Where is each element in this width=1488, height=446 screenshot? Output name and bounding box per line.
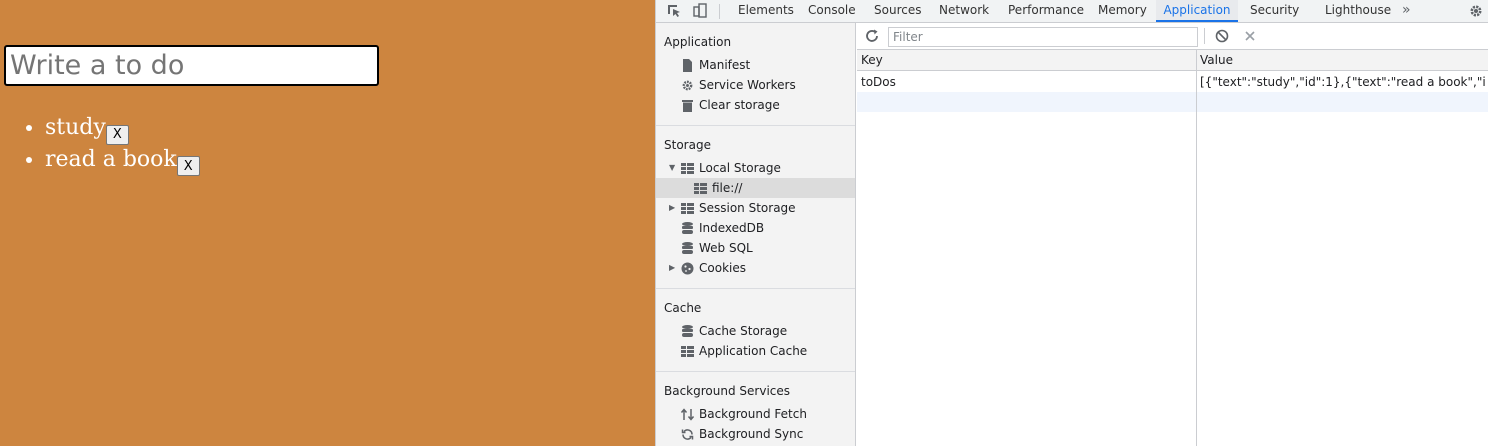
sidebar-item-background-fetch[interactable]: Background Fetch (656, 404, 855, 424)
todo-item: read a bookX (45, 145, 200, 176)
database-icon (680, 221, 694, 235)
sidebar-item-local-storage[interactable]: ▼ Local Storage (656, 158, 855, 178)
table-header: Key Value (857, 50, 1488, 71)
storage-table: Key Value toDos [{"text":"study","id":1}… (857, 50, 1488, 446)
section-title-application: Application (664, 35, 732, 49)
tab-console[interactable]: Console (808, 0, 856, 22)
row-value: [{"text":"study","id":1},{"text":"read a… (1200, 75, 1485, 89)
device-toolbar-icon[interactable] (690, 1, 710, 21)
tab-security[interactable]: Security (1250, 0, 1299, 22)
local-storage-panel: Key Value toDos [{"text":"study","id":1}… (857, 23, 1488, 446)
table-row[interactable]: toDos [{"text":"study","id":1},{"text":"… (857, 72, 1488, 92)
devtools-tabbar: Elements Console Sources Network Perform… (656, 0, 1488, 23)
clear-all-icon[interactable] (1213, 27, 1231, 45)
collapsed-triangle-icon[interactable]: ▶ (669, 258, 675, 278)
column-header-value[interactable]: Value (1200, 50, 1233, 71)
database-icon (680, 241, 694, 255)
column-divider[interactable] (1196, 50, 1197, 446)
column-header-key[interactable]: Key (861, 50, 883, 71)
delete-button[interactable]: X (176, 156, 200, 176)
inspect-element-icon[interactable] (664, 1, 684, 21)
file-icon (680, 58, 694, 72)
cookie-icon (680, 261, 694, 275)
application-sidebar: Application Manifest Service Workers Cle… (656, 23, 856, 446)
table-icon (680, 201, 694, 215)
refresh-icon[interactable] (863, 27, 881, 45)
expanded-triangle-icon[interactable]: ▼ (669, 158, 675, 178)
tab-application[interactable]: Application (1156, 0, 1238, 22)
todo-text: read a book (45, 146, 177, 172)
sidebar-item-application-cache[interactable]: Application Cache (656, 341, 855, 361)
section-title-storage: Storage (664, 138, 711, 152)
devtools-panel: Elements Console Sources Network Perform… (655, 0, 1488, 446)
todo-input[interactable] (4, 45, 379, 86)
sidebar-item-manifest[interactable]: Manifest (656, 55, 855, 75)
tab-lighthouse[interactable]: Lighthouse (1325, 0, 1391, 22)
delete-button[interactable]: X (105, 124, 129, 145)
tab-network[interactable]: Network (939, 0, 989, 22)
section-divider (656, 371, 855, 372)
table-icon (680, 344, 694, 358)
sidebar-item-background-sync[interactable]: Background Sync (656, 424, 855, 444)
todo-list: studyX read a bookX (45, 113, 200, 176)
sync-icon (680, 427, 694, 441)
sidebar-item-web-sql[interactable]: Web SQL (656, 238, 855, 258)
row-key: toDos (861, 75, 896, 89)
delete-selected-icon[interactable] (1241, 27, 1259, 45)
section-divider (656, 288, 855, 289)
sidebar-item-session-storage[interactable]: ▶ Session Storage (656, 198, 855, 218)
table-icon (680, 161, 694, 175)
tab-elements[interactable]: Elements (738, 0, 794, 22)
trash-icon (680, 98, 694, 112)
database-icon (680, 324, 694, 338)
sidebar-item-file-origin[interactable]: file:// (656, 178, 855, 198)
sidebar-item-cache-storage[interactable]: Cache Storage (656, 321, 855, 341)
sidebar-item-clear-storage[interactable]: Clear storage (656, 95, 855, 115)
section-title-cache: Cache (664, 301, 702, 315)
todo-item: studyX (45, 113, 200, 145)
up-down-arrows-icon (680, 407, 694, 421)
section-divider (656, 125, 855, 126)
table-row-empty[interactable] (857, 92, 1488, 112)
gear-icon (680, 78, 694, 92)
table-icon (693, 181, 707, 195)
sidebar-item-cookies[interactable]: ▶ Cookies (656, 258, 855, 278)
todo-text: study (45, 115, 106, 140)
tab-memory[interactable]: Memory (1098, 0, 1147, 22)
sidebar-item-service-workers[interactable]: Service Workers (656, 75, 855, 95)
tab-performance[interactable]: Performance (1008, 0, 1084, 22)
tab-sources[interactable]: Sources (874, 0, 921, 22)
collapsed-triangle-icon[interactable]: ▶ (669, 198, 675, 218)
section-title-background-services: Background Services (664, 384, 791, 398)
more-tabs-icon[interactable]: » (1402, 0, 1411, 20)
gear-icon[interactable] (1466, 1, 1486, 21)
filter-input[interactable] (888, 27, 1198, 47)
toolbar-divider (1204, 28, 1205, 44)
page-viewport: studyX read a bookX (0, 0, 655, 446)
storage-toolbar (857, 23, 1488, 50)
tabbar-divider (719, 4, 720, 19)
sidebar-item-indexeddb[interactable]: IndexedDB (656, 218, 855, 238)
